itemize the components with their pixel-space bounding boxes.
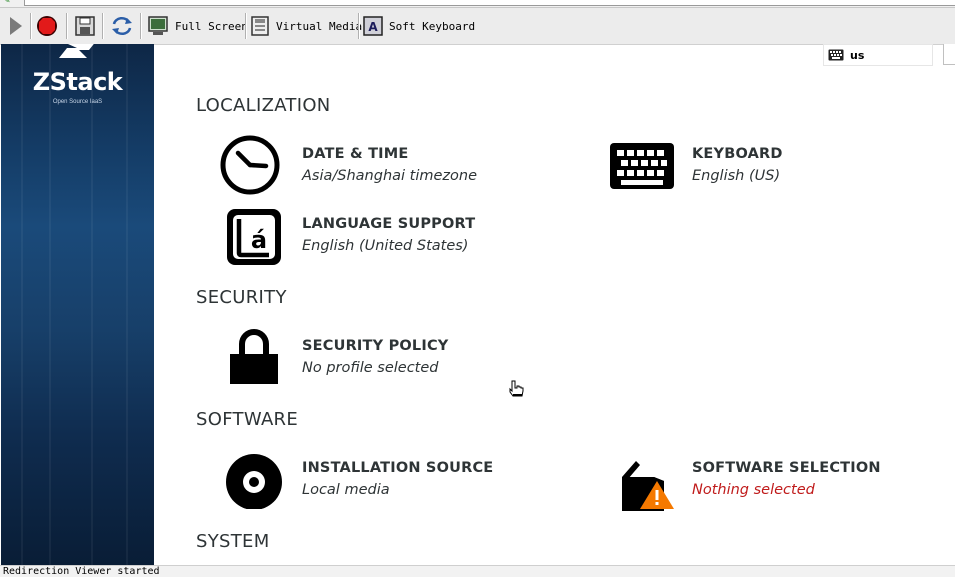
save-button[interactable] [74,8,96,44]
floppy-icon [75,16,95,36]
spoke-status: English (United States) [302,238,469,254]
keyboard-layout-indicator[interactable]: us [823,44,933,66]
spoke-status: Local media [302,482,390,498]
spoke-date-time[interactable]: DATE & TIME Asia/Shanghai timezone [220,133,580,195]
spoke-keyboard[interactable]: KEYBOARD English (US) [610,133,950,193]
disc-icon [220,447,284,511]
full-screen-label: Full Screen [175,19,248,33]
soft-keyboard-label: Soft Keyboard [389,19,476,33]
section-title-localization: LOCALIZATION [196,95,331,116]
refresh-button[interactable] [110,8,134,44]
logo-subtitle: Open Source IaaS [52,99,103,105]
keyboard-icon [610,133,674,197]
refresh-icon [112,16,132,36]
keyboard-small-icon [828,49,844,61]
soft-keyboard-button[interactable]: A Soft Keyboard [363,8,475,44]
section-title-system: SYSTEM [196,531,270,552]
toolbar-separator [30,13,32,39]
toolbar-separator [102,13,104,39]
stop-button[interactable] [36,8,58,44]
virtual-media-icon [251,16,269,36]
spoke-title: INSTALLATION SOURCE [302,460,494,476]
monitor-icon [148,16,168,35]
sidebar-texture [126,44,128,565]
spoke-language-support[interactable]: á LANGUAGE SUPPORT English (United State… [220,203,580,265]
sidebar-texture [91,44,93,565]
status-text: Redirection Viewer started [3,566,160,577]
address-field[interactable] [24,0,955,6]
spoke-title: DATE & TIME [302,146,409,162]
spoke-status: Nothing selected [692,482,815,498]
toolbar-separator [358,13,360,39]
sidebar-texture [21,44,23,565]
full-screen-button[interactable]: Full Screen [147,8,248,44]
spoke-title: LANGUAGE SUPPORT [302,216,476,232]
app-glyph-icon: ✎ [3,0,11,6]
spoke-status: No profile selected [302,360,439,376]
window-top-edge: ✎ [0,0,955,8]
logo-text: ZStack [32,68,123,96]
viewer-statusbar: Redirection Viewer started [0,565,955,577]
toolbar-separator [245,13,247,39]
spoke-title: KEYBOARD [692,146,783,162]
spoke-status: Asia/Shanghai timezone [302,168,478,184]
toolbar-separator [66,13,68,39]
spoke-installation-source[interactable]: INSTALLATION SOURCE Local media [220,447,580,509]
svg-text:A: A [368,20,378,34]
spoke-title: SOFTWARE SELECTION [692,460,881,476]
viewer-toolbar: Full Screen Virtual Media A Soft Keyboar… [0,8,955,45]
clock-icon [220,133,280,197]
spoke-security-policy[interactable]: SECURITY POLICY No profile selected [220,325,580,385]
spoke-status: English (US) [692,168,781,184]
zstack-logo-icon [59,44,94,58]
section-title-security: SECURITY [196,287,287,308]
lock-icon [220,325,284,389]
soft-keyboard-icon: A [363,16,383,36]
help-button-edge[interactable] [943,44,955,65]
virtual-media-label: Virtual Media [276,19,363,33]
keyboard-layout-code: us [850,48,865,62]
spoke-title: SECURITY POLICY [302,338,449,354]
installer-sidebar: ZStack Open Source IaaS [1,44,154,565]
language-icon: á [220,203,284,267]
sidebar-texture [49,44,51,565]
play-icon [10,17,22,35]
toolbar-separator [140,13,142,39]
hand-cursor-icon [509,380,524,397]
virtual-media-button[interactable]: Virtual Media [250,8,362,44]
play-button[interactable] [6,8,24,44]
package-warning-icon [610,447,674,511]
svg-text:á: á [251,226,267,254]
section-title-software: SOFTWARE [196,409,299,430]
spoke-software-selection[interactable]: SOFTWARE SELECTION Nothing selected [610,447,950,511]
stop-icon [37,16,57,36]
